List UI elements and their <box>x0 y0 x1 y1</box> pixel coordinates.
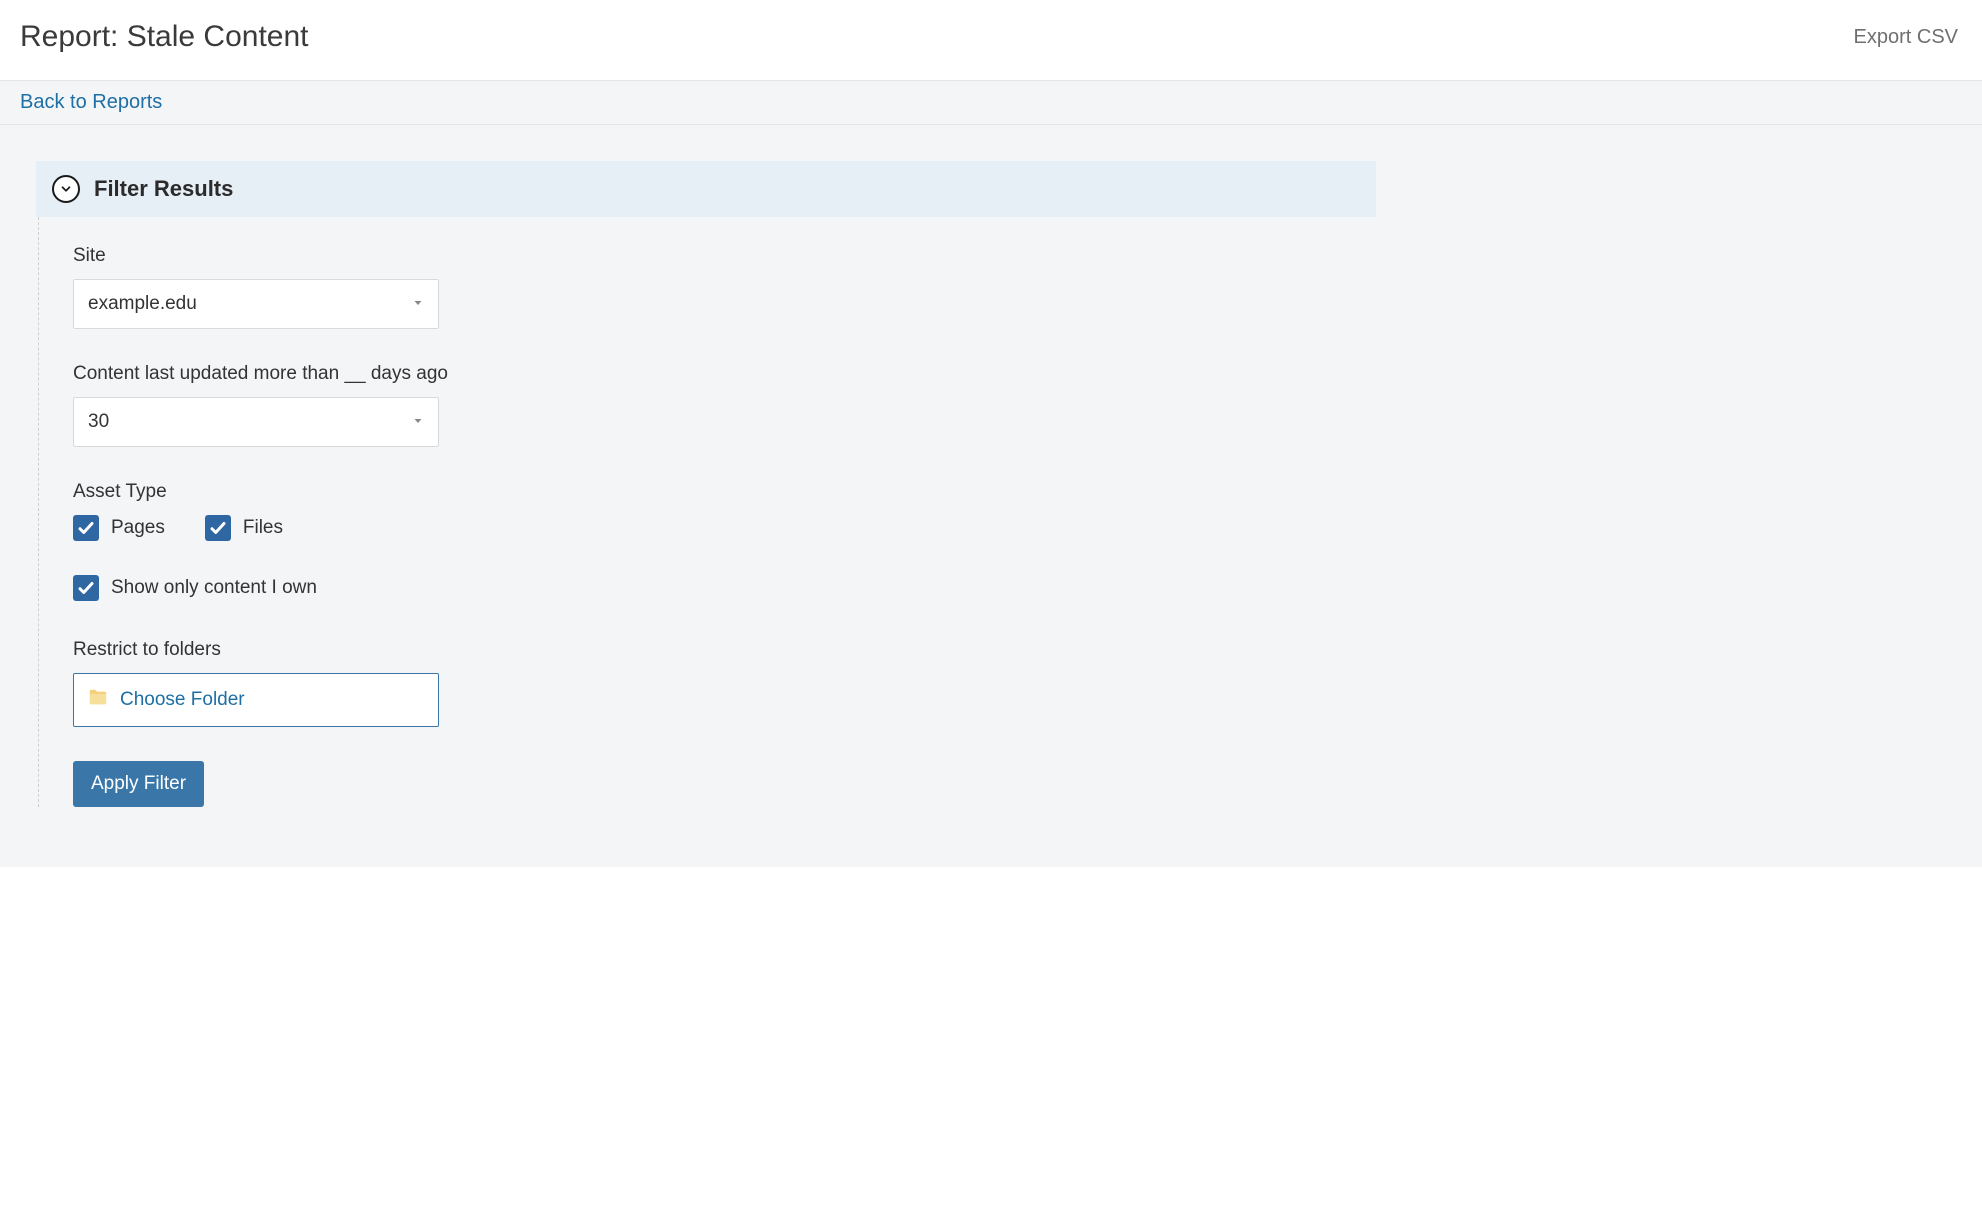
filter-panel: Filter Results Site example.edu Content … <box>36 161 1376 807</box>
filter-header[interactable]: Filter Results <box>36 161 1376 217</box>
export-csv-link[interactable]: Export CSV <box>1854 26 1958 49</box>
pages-checkbox[interactable] <box>73 515 99 541</box>
files-checkbox-label: Files <box>243 517 283 539</box>
show-only-own-label: Show only content I own <box>111 577 317 599</box>
days-select[interactable]: 30 <box>73 397 439 447</box>
show-only-own-checkbox[interactable] <box>73 575 99 601</box>
folder-icon <box>86 687 110 714</box>
site-label: Site <box>73 245 1376 267</box>
site-select[interactable]: example.edu <box>73 279 439 329</box>
pages-checkbox-label: Pages <box>111 517 165 539</box>
choose-folder-label: Choose Folder <box>120 689 245 711</box>
caret-down-icon <box>412 293 424 315</box>
apply-filter-button[interactable]: Apply Filter <box>73 761 204 807</box>
restrict-folders-label: Restrict to folders <box>73 639 1376 661</box>
days-label: Content last updated more than __ days a… <box>73 363 1376 385</box>
back-to-reports-link[interactable]: Back to Reports <box>20 91 162 113</box>
filter-title: Filter Results <box>94 176 233 202</box>
days-select-value: 30 <box>88 411 109 433</box>
asset-type-label: Asset Type <box>73 481 1376 503</box>
caret-down-icon <box>412 411 424 433</box>
site-select-value: example.edu <box>88 293 197 315</box>
collapse-toggle-icon[interactable] <box>52 175 80 203</box>
files-checkbox[interactable] <box>205 515 231 541</box>
choose-folder-button[interactable]: Choose Folder <box>73 673 439 727</box>
page-title: Report: Stale Content <box>20 20 309 54</box>
